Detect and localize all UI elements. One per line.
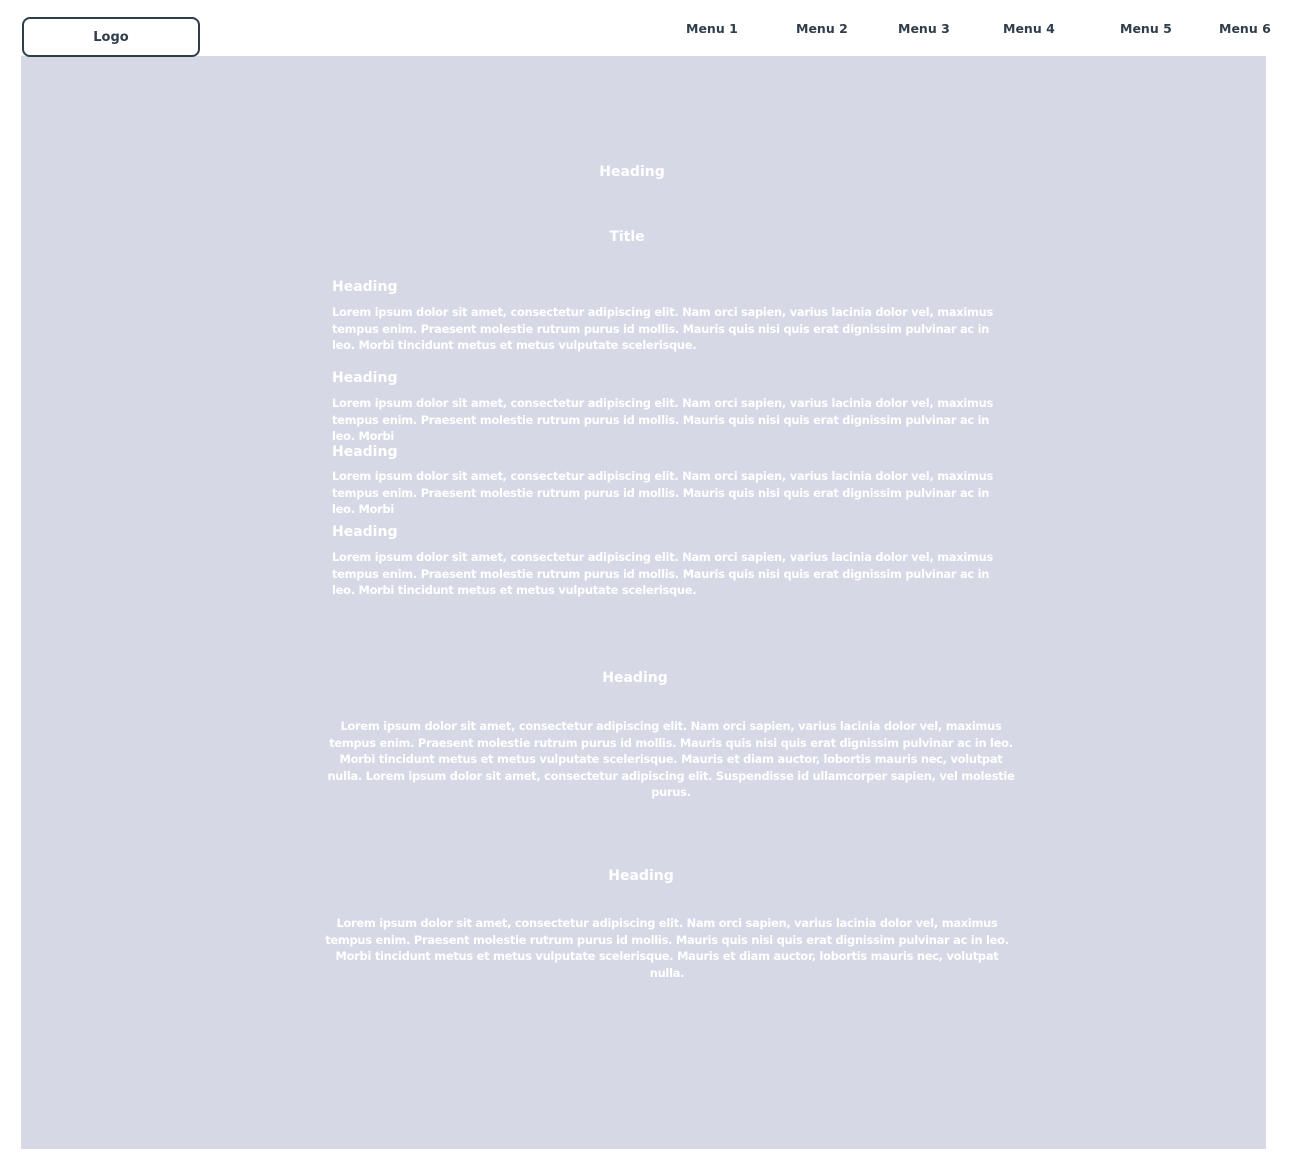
section-3-heading: Heading: [608, 868, 674, 884]
nav-menu-3[interactable]: Menu 3: [898, 21, 950, 36]
nav-menu-2[interactable]: Menu 2: [796, 21, 848, 36]
content-canvas: Heading Title Heading Lorem ipsum dolor …: [21, 56, 1266, 1149]
logo-button[interactable]: Logo: [22, 17, 200, 57]
item-3-heading: Heading: [332, 444, 398, 460]
item-4-text: Lorem ipsum dolor sit amet, consectetur …: [332, 550, 994, 597]
section-3-text: Lorem ipsum dolor sit amet, consectetur …: [325, 916, 1009, 980]
item-4-heading: Heading: [332, 524, 398, 540]
page-title: Title: [609, 229, 645, 245]
nav-menu-6[interactable]: Menu 6: [1219, 21, 1271, 36]
item-1-heading: Heading: [332, 279, 398, 295]
item-1-text: Lorem ipsum dolor sit amet, consectetur …: [332, 305, 994, 352]
nav-menu-4[interactable]: Menu 4: [1003, 21, 1055, 36]
page: Logo Menu 1 Menu 2 Menu 3 Menu 4 Menu 5 …: [0, 0, 1289, 1168]
hero-heading: Heading: [599, 164, 665, 180]
item-2-text: Lorem ipsum dolor sit amet, consectetur …: [332, 396, 994, 443]
section-2-heading: Heading: [602, 670, 668, 686]
section-2-text: Lorem ipsum dolor sit amet, consectetur …: [327, 719, 1015, 799]
item-3-text: Lorem ipsum dolor sit amet, consectetur …: [332, 469, 994, 516]
item-2-heading: Heading: [332, 370, 398, 386]
nav-menu-5[interactable]: Menu 5: [1120, 21, 1172, 36]
nav-menu-1[interactable]: Menu 1: [686, 21, 738, 36]
logo-label: Logo: [93, 29, 129, 45]
